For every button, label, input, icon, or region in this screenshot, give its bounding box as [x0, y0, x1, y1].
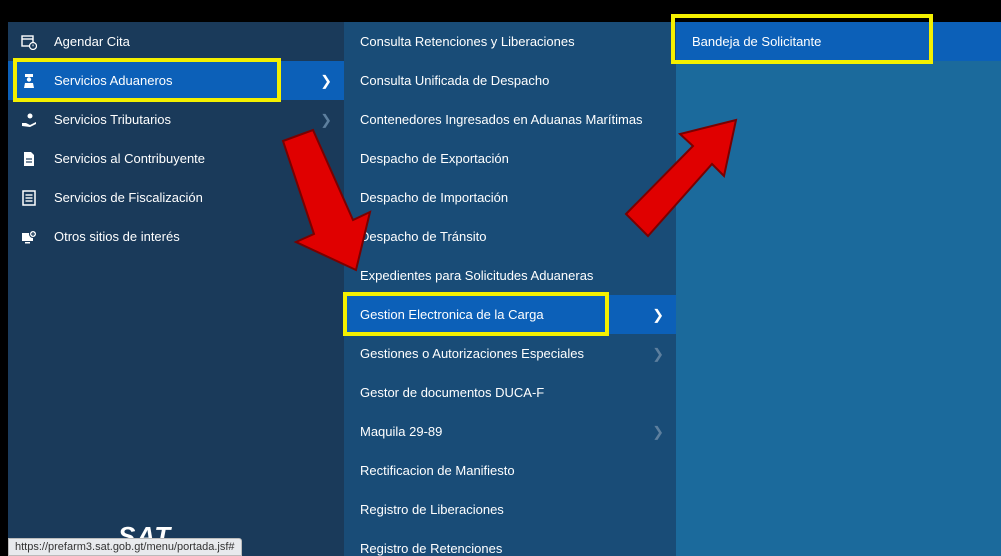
menu-frame: Agendar Cita Servicios Aduaneros ❯ Servi…: [8, 8, 1001, 556]
arrow-up-right-icon: [624, 118, 738, 238]
red-arrows: [281, 118, 738, 272]
arrow-down-icon: [281, 128, 372, 272]
